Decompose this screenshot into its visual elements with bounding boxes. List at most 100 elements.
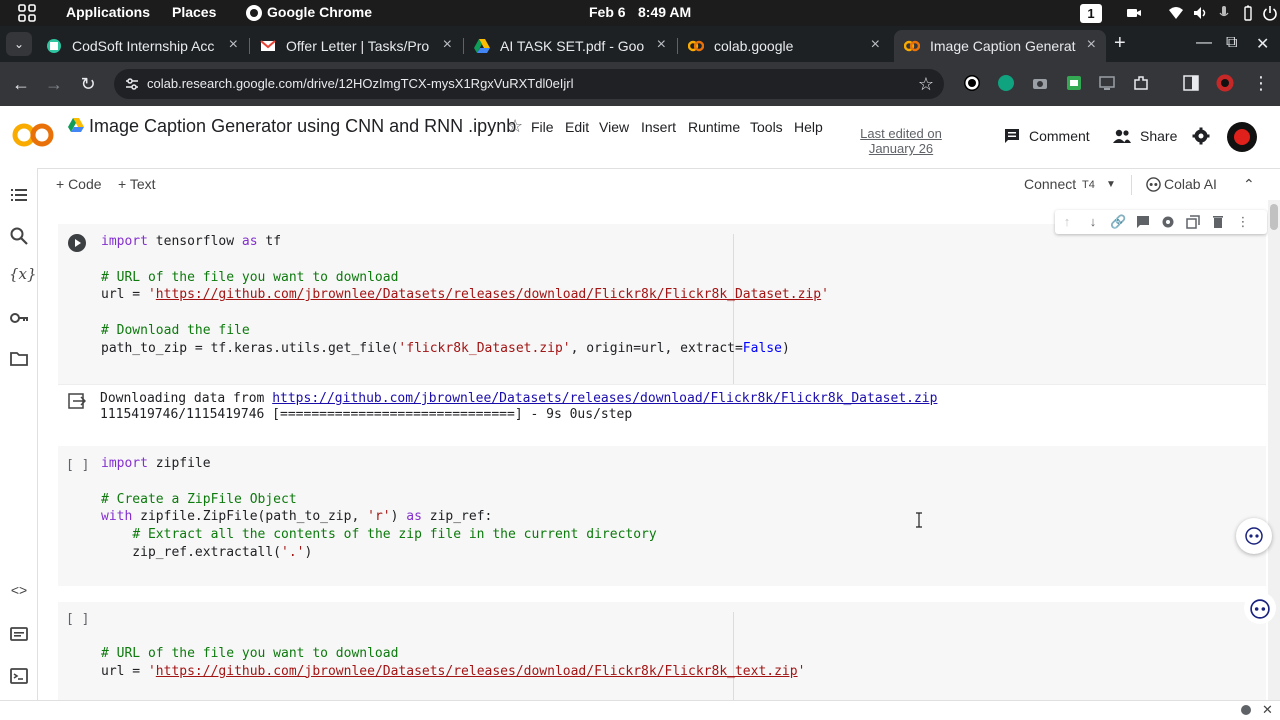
chatgpt-extension-icon[interactable]: [997, 74, 1015, 92]
connect-dropdown-icon[interactable]: ▼: [1106, 179, 1116, 190]
close-window-icon[interactable]: ✕: [1256, 34, 1269, 54]
maximize-icon[interactable]: ⧉: [1226, 34, 1237, 52]
search-icon[interactable]: [9, 226, 29, 246]
workspace-indicator[interactable]: 1: [1080, 4, 1102, 23]
close-status-icon[interactable]: ✕: [1262, 702, 1273, 718]
output-download-link[interactable]: https://github.com/jbrownlee/Datasets/re…: [272, 391, 937, 406]
clock-time[interactable]: 8:49 AM: [638, 4, 691, 20]
code-cell-3[interactable]: [ ] # URL of the file you want to downlo…: [58, 602, 1266, 700]
code-text[interactable]: import zipfile # Create a ZipFile Object…: [101, 455, 657, 562]
menu-view[interactable]: View: [599, 119, 629, 135]
tab-search-button[interactable]: ⌄: [6, 32, 32, 56]
scrollbar-thumb[interactable]: [1270, 204, 1278, 230]
colab-ai-button[interactable]: Colab AI: [1164, 176, 1217, 192]
share-button[interactable]: Share: [1140, 128, 1177, 144]
tab-offer-letter[interactable]: Offer Letter | Tasks/Pro ×: [250, 30, 462, 62]
browser-menu-icon[interactable]: ⋮: [1252, 74, 1270, 92]
menu-file[interactable]: File: [531, 119, 554, 135]
table-of-contents-icon[interactable]: [9, 185, 29, 205]
clock-date[interactable]: Feb 6: [589, 4, 626, 20]
battery-icon[interactable]: [1240, 5, 1256, 21]
power-icon[interactable]: [1262, 5, 1278, 21]
applications-menu[interactable]: Applications: [66, 4, 150, 20]
sheets-extension-icon[interactable]: [1065, 74, 1083, 92]
user-avatar[interactable]: [1227, 122, 1257, 152]
comment-icon[interactable]: [1003, 127, 1021, 145]
code-editor[interactable]: [ ] # URL of the file you want to downlo…: [58, 602, 1266, 700]
settings-gear-icon[interactable]: [1192, 127, 1210, 145]
tab-ai-task-set[interactable]: AI TASK SET.pdf - Goo ×: [464, 30, 676, 62]
camera-icon[interactable]: [1126, 5, 1142, 21]
secrets-key-icon[interactable]: [9, 308, 29, 328]
code-snippets-icon[interactable]: <>: [9, 582, 29, 602]
side-panel-icon[interactable]: [1182, 74, 1200, 92]
tab-codsoft[interactable]: CodSoft Internship Acc ×: [36, 30, 248, 62]
notebook-scrollbar[interactable]: [1268, 200, 1280, 700]
link-to-cell-icon[interactable]: 🔗: [1110, 214, 1126, 230]
share-people-icon[interactable]: [1113, 127, 1131, 145]
back-arrow-icon[interactable]: ←: [9, 72, 33, 96]
variables-icon[interactable]: {x}: [9, 265, 37, 285]
cell-execution-bracket[interactable]: [ ]: [66, 612, 89, 627]
tab-close-icon[interactable]: ×: [657, 36, 666, 54]
menu-help[interactable]: Help: [794, 119, 823, 135]
tab-close-icon[interactable]: ×: [871, 36, 880, 54]
new-tab-button[interactable]: +: [1114, 32, 1126, 55]
code-cell-1[interactable]: import tensorflow as tf # URL of the fil…: [58, 224, 1266, 436]
screenshot-extension-icon[interactable]: [1031, 74, 1049, 92]
output-redirect-icon[interactable]: [68, 393, 86, 409]
gemini-assistant-button[interactable]: [1236, 518, 1272, 554]
tab-close-icon[interactable]: ×: [1087, 36, 1096, 54]
cast-extension-icon[interactable]: [1098, 74, 1116, 92]
tab-image-caption-active[interactable]: Image Caption Generat ×: [894, 30, 1106, 62]
code-editor[interactable]: [ ] import zipfile # Create a ZipFile Ob…: [58, 446, 1266, 586]
forward-arrow-icon[interactable]: →: [42, 72, 66, 96]
more-actions-icon[interactable]: ⋮: [1235, 214, 1251, 230]
tab-close-icon[interactable]: ×: [229, 36, 238, 54]
command-palette-icon[interactable]: [9, 624, 29, 644]
reload-icon[interactable]: ↻: [76, 72, 100, 96]
places-menu[interactable]: Places: [172, 4, 216, 20]
collapse-header-icon[interactable]: ⌃: [1243, 176, 1255, 193]
code-editor[interactable]: import tensorflow as tf # URL of the fil…: [58, 224, 1266, 384]
tab-close-icon[interactable]: ×: [443, 36, 452, 54]
address-bar[interactable]: colab.research.google.com/drive/12HOzImg…: [114, 69, 944, 99]
menu-edit[interactable]: Edit: [565, 119, 589, 135]
extensions-puzzle-icon[interactable]: [1132, 74, 1150, 92]
code-text[interactable]: # URL of the file you want to download u…: [101, 645, 805, 681]
secondary-assistant-button[interactable]: [1244, 592, 1276, 624]
apps-grid-icon[interactable]: [18, 4, 36, 22]
minimize-icon[interactable]: —: [1196, 34, 1212, 52]
notebook-title[interactable]: Image Caption Generator using CNN and RN…: [89, 116, 516, 137]
microphone-icon[interactable]: [1216, 5, 1232, 21]
add-text-button[interactable]: + Text: [118, 176, 156, 192]
comment-button[interactable]: Comment: [1029, 128, 1090, 144]
cell-settings-icon[interactable]: [1160, 214, 1176, 230]
connect-button[interactable]: Connect: [1024, 176, 1076, 192]
site-info-icon[interactable]: [124, 76, 140, 92]
tab-colab-google[interactable]: colab.google ×: [678, 30, 890, 62]
menu-insert[interactable]: Insert: [641, 119, 676, 135]
colab-logo[interactable]: [12, 122, 54, 148]
cell-execution-bracket[interactable]: [ ]: [66, 458, 89, 473]
add-code-button[interactable]: + Code: [56, 176, 102, 192]
move-cell-down-icon[interactable]: ↓: [1085, 214, 1101, 230]
delete-cell-icon[interactable]: [1210, 214, 1226, 230]
extension-icon[interactable]: [963, 74, 981, 92]
last-edited-link[interactable]: Last edited on January 26: [848, 126, 954, 156]
volume-icon[interactable]: [1192, 5, 1208, 21]
files-folder-icon[interactable]: [9, 349, 29, 369]
menu-tools[interactable]: Tools: [750, 119, 783, 135]
add-comment-icon[interactable]: [1135, 214, 1151, 230]
bookmark-star-icon[interactable]: ☆: [918, 74, 934, 95]
run-cell-button[interactable]: [68, 234, 86, 252]
menu-runtime[interactable]: Runtime: [688, 119, 740, 135]
mirror-cell-icon[interactable]: [1185, 214, 1201, 230]
active-app-name[interactable]: Google Chrome: [267, 4, 372, 20]
move-cell-up-icon[interactable]: ↑: [1059, 214, 1075, 230]
code-text[interactable]: import tensorflow as tf # URL of the fil…: [101, 233, 829, 358]
code-cell-2[interactable]: [ ] import zipfile # Create a ZipFile Ob…: [58, 446, 1266, 586]
wifi-icon[interactable]: [1168, 5, 1184, 21]
terminal-icon[interactable]: [9, 666, 29, 686]
star-notebook-icon[interactable]: ☆: [507, 116, 523, 137]
